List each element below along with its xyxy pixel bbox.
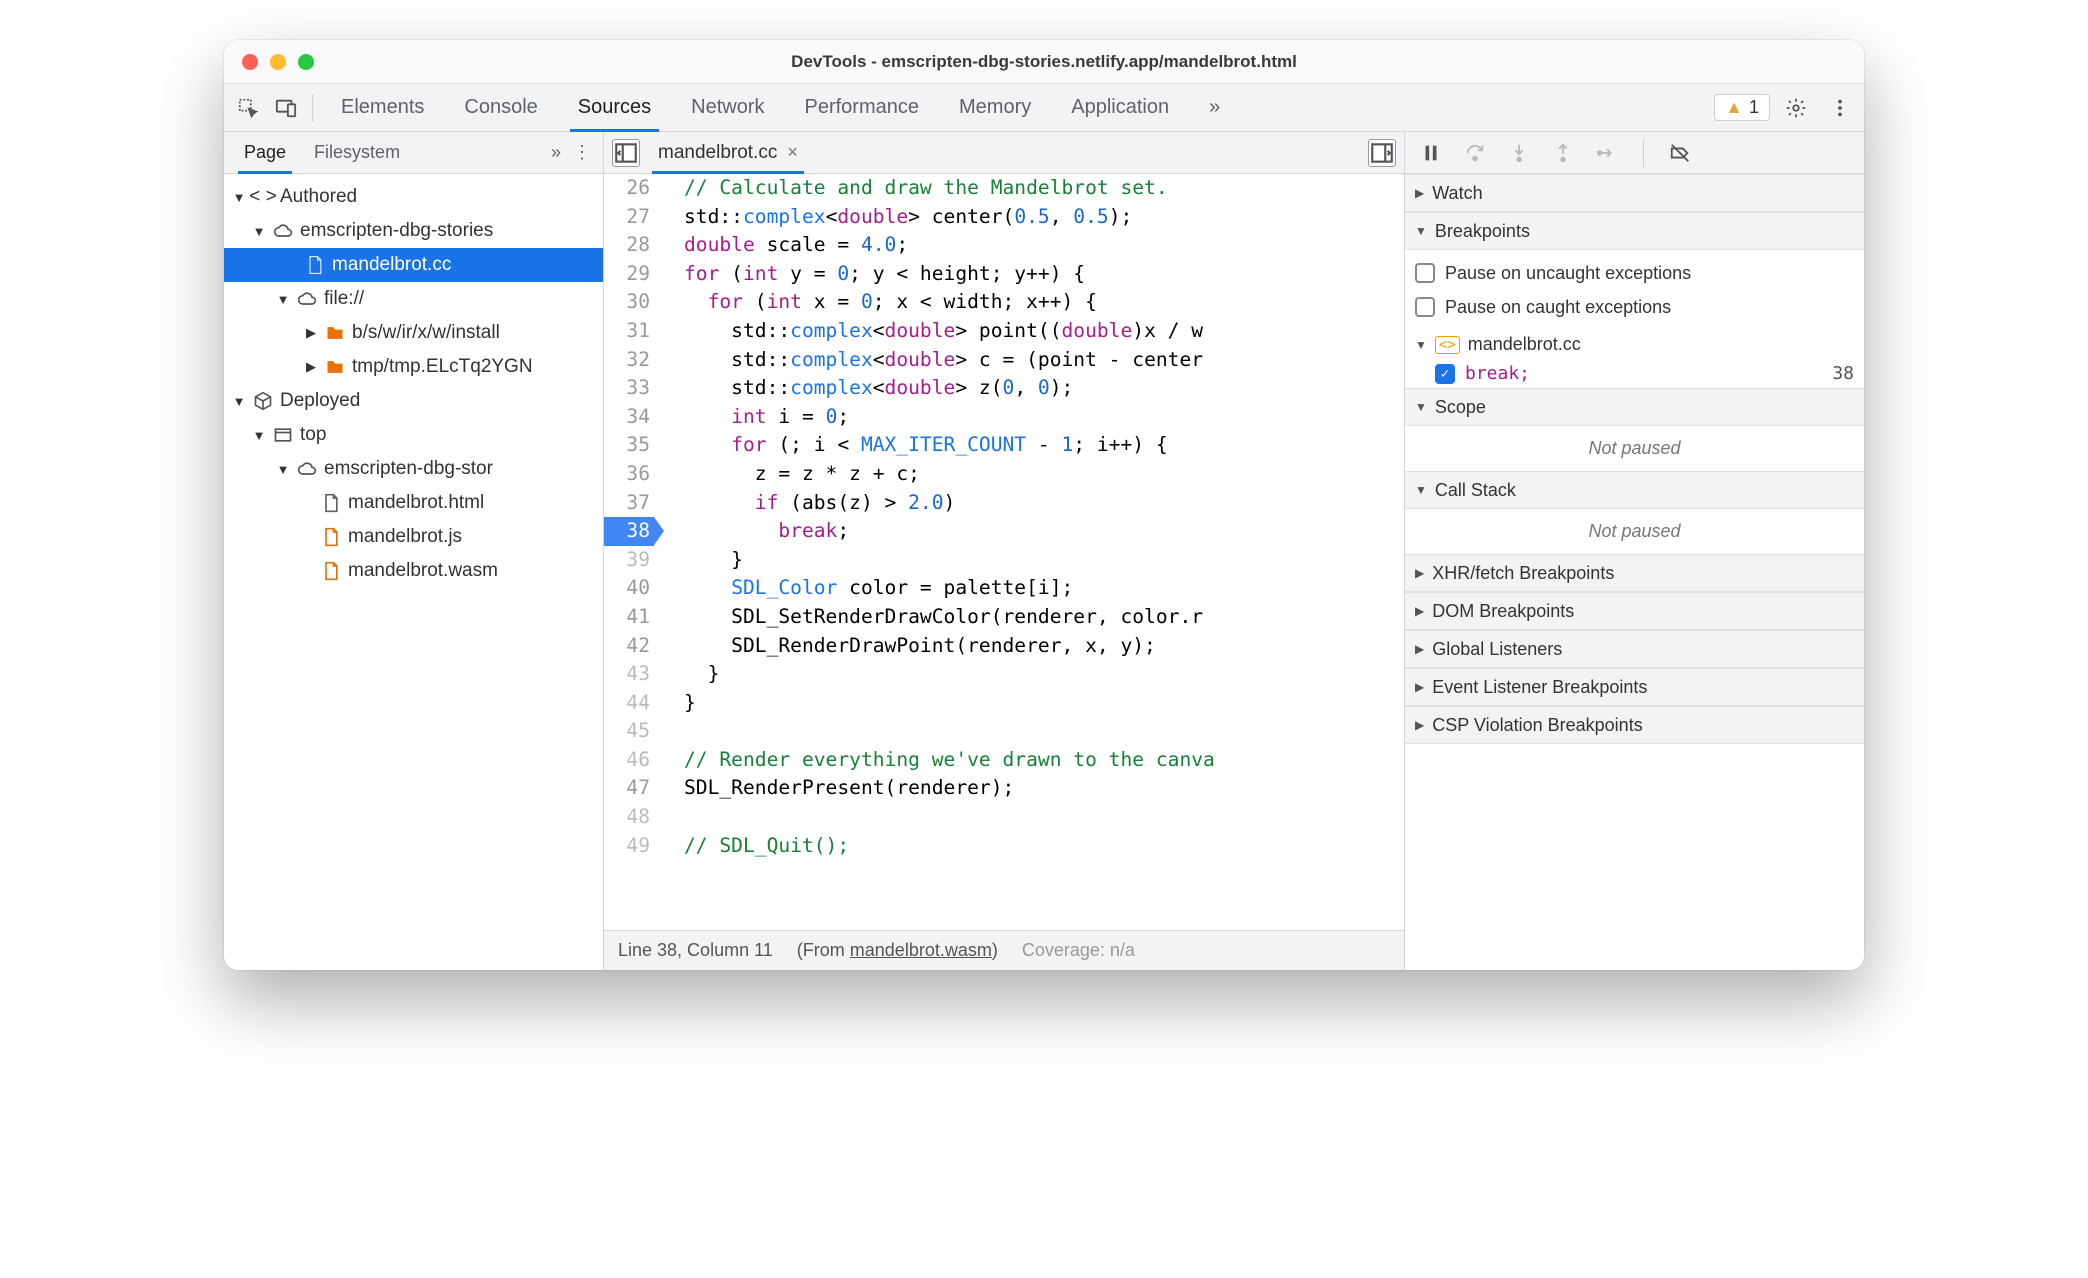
- issues-count: 1: [1749, 97, 1759, 118]
- panel-tabs: Elements Console Sources Network Perform…: [321, 84, 1240, 131]
- watch-section[interactable]: ▶Watch: [1405, 174, 1864, 212]
- debugger-toolbar: [1405, 132, 1864, 174]
- file-icon: [320, 493, 342, 513]
- frame-icon: [272, 425, 294, 445]
- dir-node[interactable]: ▶ b/s/w/ir/x/w/install: [224, 316, 603, 350]
- global-listeners-section[interactable]: ▶Global Listeners: [1405, 630, 1864, 668]
- pause-icon[interactable]: [1417, 139, 1445, 167]
- authored-badge-icon: <>: [1435, 336, 1460, 354]
- breakpoint-file-row[interactable]: ▼ <> mandelbrot.cc: [1405, 330, 1864, 359]
- deployed-group[interactable]: ▼ Deployed: [224, 384, 603, 418]
- editor-tabstrip: mandelbrot.cc ×: [604, 132, 1404, 174]
- devtools-window: DevTools - emscripten-dbg-stories.netlif…: [224, 40, 1864, 970]
- toggle-navigator-icon[interactable]: [612, 139, 640, 167]
- authored-group[interactable]: ▼ < > Authored: [224, 180, 603, 214]
- sourcemap-link[interactable]: mandelbrot.wasm: [850, 940, 992, 960]
- pause-caught-toggle[interactable]: Pause on caught exceptions: [1415, 290, 1854, 324]
- folder-icon: [324, 323, 346, 343]
- breakpoints-section[interactable]: ▼Breakpoints: [1405, 212, 1864, 250]
- scope-not-paused: Not paused: [1405, 426, 1864, 471]
- cloud-icon: [296, 289, 318, 309]
- tab-sources[interactable]: Sources: [558, 84, 671, 131]
- source-editor: mandelbrot.cc × 262728293031323334353637…: [604, 132, 1404, 970]
- deactivate-breakpoints-icon[interactable]: [1666, 139, 1694, 167]
- origin-node[interactable]: ▼ emscripten-dbg-stories: [224, 214, 603, 248]
- breakpoint-entry[interactable]: ✓ break; 38: [1405, 359, 1864, 388]
- pause-uncaught-toggle[interactable]: Pause on uncaught exceptions: [1415, 256, 1854, 290]
- main-toolbar: Elements Console Sources Network Perform…: [224, 84, 1864, 132]
- sidebar-tab-page[interactable]: Page: [230, 132, 300, 173]
- sidebar-overflow[interactable]: »: [551, 142, 561, 163]
- inspect-element-icon[interactable]: [230, 90, 266, 126]
- file-mandelbrot-html[interactable]: mandelbrot.html: [224, 486, 603, 520]
- callstack-not-paused: Not paused: [1405, 509, 1864, 554]
- code-area[interactable]: 2627282930313233343536373839404142434445…: [604, 174, 1404, 930]
- titlebar: DevTools - emscripten-dbg-stories.netlif…: [224, 40, 1864, 84]
- cloud-icon: [272, 221, 294, 241]
- kebab-menu-icon[interactable]: [1822, 90, 1858, 126]
- tab-performance[interactable]: Performance: [785, 84, 940, 131]
- file-tree: ▼ < > Authored ▼ emscripten-dbg-stories …: [224, 174, 603, 970]
- debugger-pane: ▶Watch ▼Breakpoints Pause on uncaught ex…: [1404, 132, 1864, 970]
- step-out-icon[interactable]: [1549, 139, 1577, 167]
- file-icon: [320, 527, 342, 547]
- editor-status-bar: Line 38, Column 11 (From mandelbrot.wasm…: [604, 930, 1404, 970]
- tab-elements[interactable]: Elements: [321, 84, 444, 131]
- dir-node[interactable]: ▶ tmp/tmp.ELcTq2YGN: [224, 350, 603, 384]
- device-toolbar-icon[interactable]: [268, 90, 304, 126]
- tab-console[interactable]: Console: [444, 84, 557, 131]
- settings-icon[interactable]: [1778, 90, 1814, 126]
- file-mandelbrot-wasm[interactable]: mandelbrot.wasm: [224, 554, 603, 588]
- folder-icon: [324, 357, 346, 377]
- coverage-status: Coverage: n/a: [1022, 940, 1135, 961]
- source-map-from: (From mandelbrot.wasm): [797, 940, 998, 961]
- scope-section[interactable]: ▼Scope: [1405, 388, 1864, 426]
- event-listener-breakpoints-section[interactable]: ▶Event Listener Breakpoints: [1405, 668, 1864, 706]
- sidebar-tab-filesystem[interactable]: Filesystem: [300, 132, 414, 173]
- warning-icon: ▲: [1725, 97, 1743, 118]
- csp-breakpoints-section[interactable]: ▶CSP Violation Breakpoints: [1405, 706, 1864, 744]
- callstack-section[interactable]: ▼Call Stack: [1405, 471, 1864, 509]
- step-into-icon[interactable]: [1505, 139, 1533, 167]
- cursor-position: Line 38, Column 11: [618, 940, 773, 961]
- tab-memory[interactable]: Memory: [939, 84, 1051, 131]
- deployed-icon: [252, 391, 274, 411]
- editor-tab-mandelbrot-cc[interactable]: mandelbrot.cc ×: [648, 132, 808, 173]
- xhr-breakpoints-section[interactable]: ▶XHR/fetch Breakpoints: [1405, 554, 1864, 592]
- step-icon[interactable]: [1593, 139, 1621, 167]
- file-icon: [320, 561, 342, 581]
- cloud-icon: [296, 459, 318, 479]
- close-tab-icon[interactable]: ×: [787, 142, 798, 163]
- tab-overflow[interactable]: »: [1189, 84, 1240, 131]
- file-scheme-node[interactable]: ▼ file://: [224, 282, 603, 316]
- file-mandelbrot-cc[interactable]: mandelbrot.cc: [224, 248, 603, 282]
- authored-icon: < >: [252, 186, 274, 208]
- step-over-icon[interactable]: [1461, 139, 1489, 167]
- sidebar-kebab-icon[interactable]: ⋮: [567, 142, 597, 163]
- checkbox-icon[interactable]: [1415, 297, 1435, 317]
- dom-breakpoints-section[interactable]: ▶DOM Breakpoints: [1405, 592, 1864, 630]
- line-gutter[interactable]: 2627282930313233343536373839404142434445…: [604, 174, 662, 930]
- file-icon: [304, 255, 326, 275]
- tab-application[interactable]: Application: [1051, 84, 1189, 131]
- top-frame-node[interactable]: ▼ top: [224, 418, 603, 452]
- code-content[interactable]: // Calculate and draw the Mandelbrot set…: [662, 174, 1404, 930]
- checkbox-icon[interactable]: [1415, 263, 1435, 283]
- navigator-tabs: Page Filesystem » ⋮: [224, 132, 603, 174]
- issues-badge[interactable]: ▲ 1: [1714, 94, 1770, 121]
- checkbox-checked-icon[interactable]: ✓: [1435, 364, 1455, 384]
- navigator-sidebar: Page Filesystem » ⋮ ▼ < > Authored ▼ ems…: [224, 132, 604, 970]
- origin-node[interactable]: ▼ emscripten-dbg-stor: [224, 452, 603, 486]
- tab-network[interactable]: Network: [671, 84, 784, 131]
- window-title: DevTools - emscripten-dbg-stories.netlif…: [224, 52, 1864, 72]
- toggle-debugger-icon[interactable]: [1368, 139, 1396, 167]
- file-mandelbrot-js[interactable]: mandelbrot.js: [224, 520, 603, 554]
